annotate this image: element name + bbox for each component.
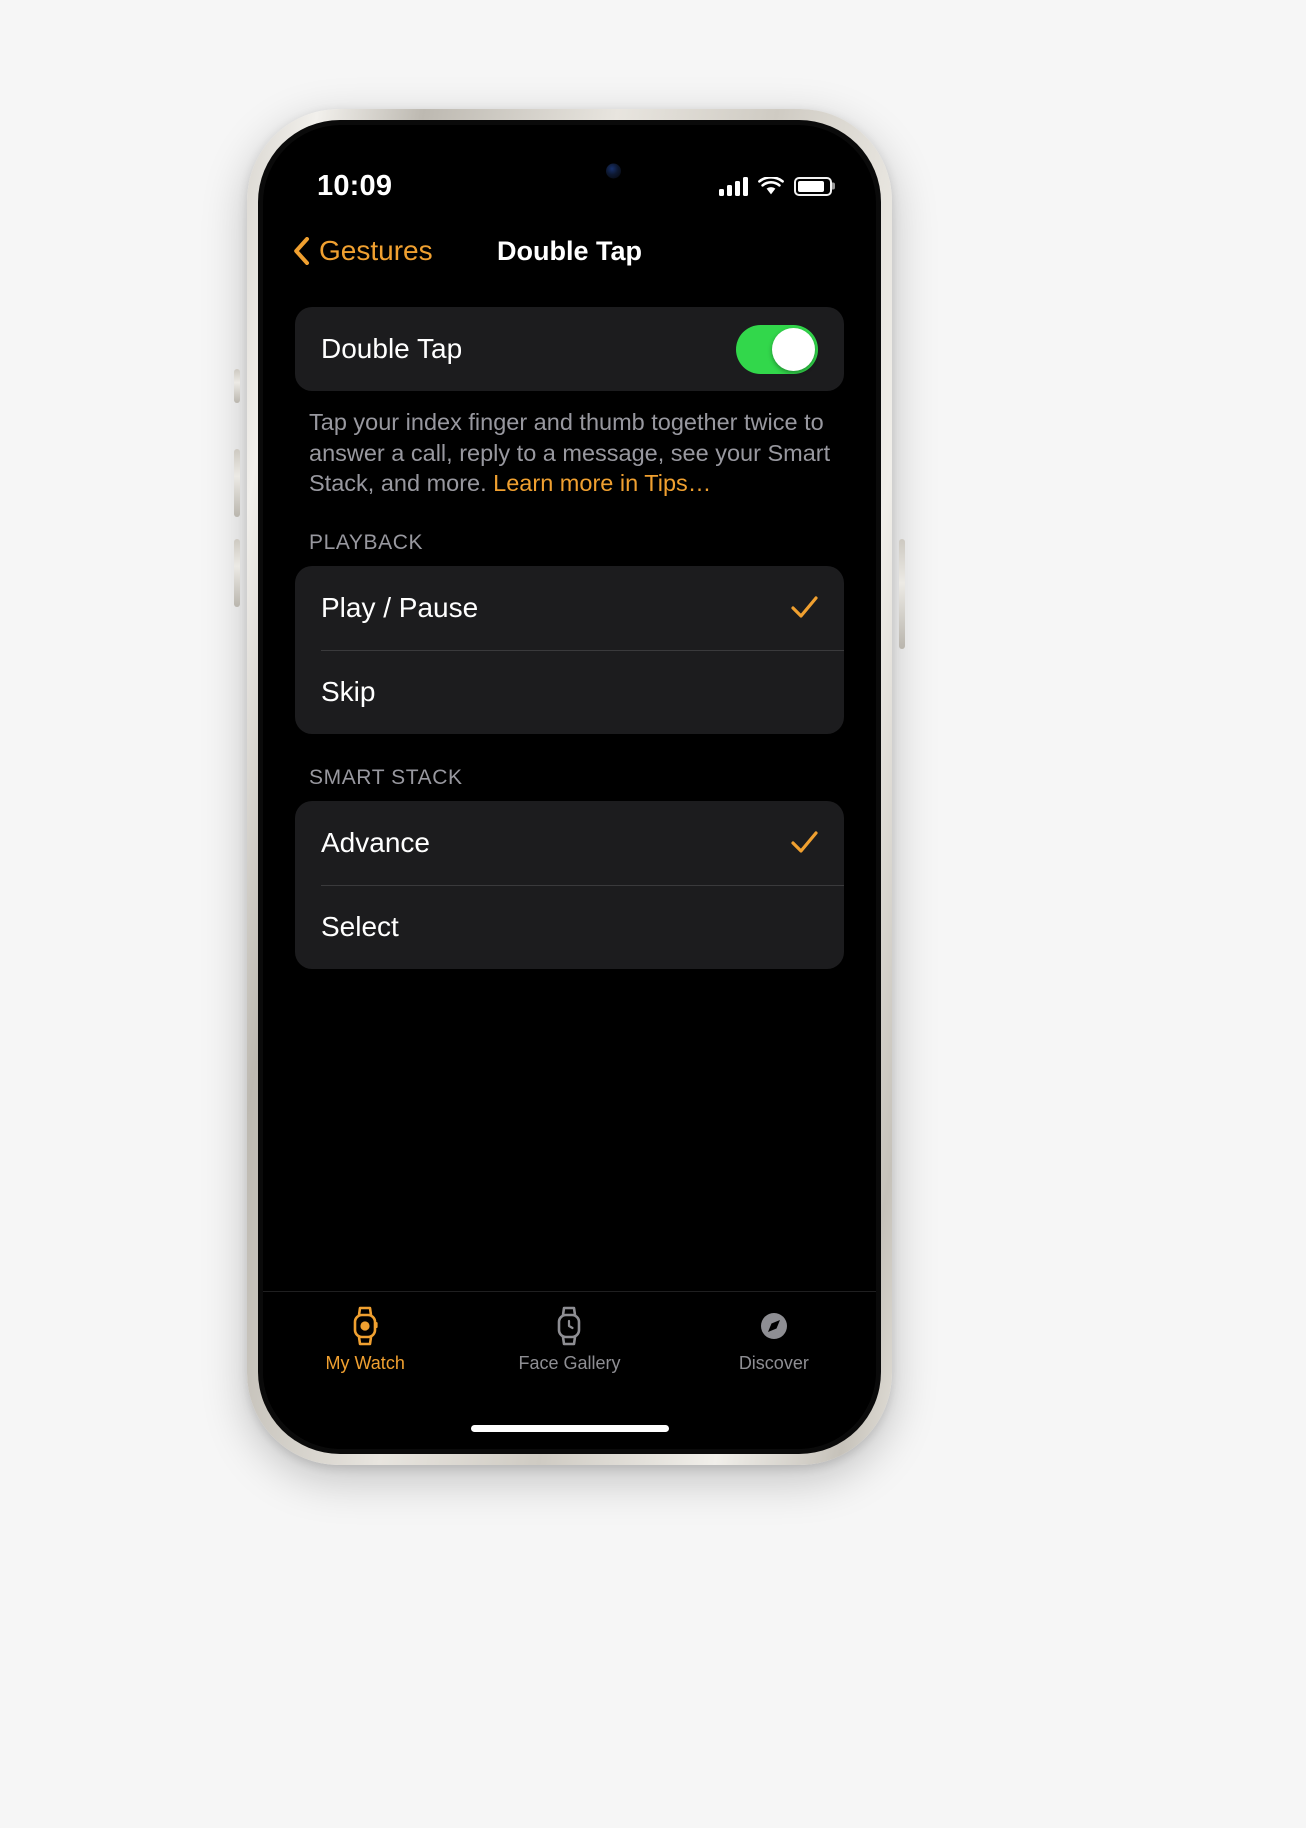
tab-my-watch[interactable]: My Watch	[263, 1306, 467, 1449]
status-bar-indicators	[719, 176, 832, 196]
double-tap-toggle-row[interactable]: Double Tap	[295, 307, 844, 391]
wifi-icon	[758, 176, 784, 194]
checkmark-icon	[791, 831, 818, 853]
settings-content: Double Tap Tap your index finger and thu…	[263, 285, 876, 1291]
phone-screen: 10:09 Gestures Double Tap Double Tap Tap…	[263, 125, 876, 1449]
double-tap-toggle-label: Double Tap	[321, 333, 463, 364]
power-button[interactable]	[899, 539, 905, 649]
tab-label: Discover	[738, 1353, 809, 1373]
volume-down-button[interactable]	[234, 539, 240, 607]
dynamic-island	[506, 153, 633, 189]
back-button[interactable]: Gestures	[293, 235, 433, 267]
watch-face-icon	[558, 1306, 581, 1346]
tab-label: My Watch	[325, 1353, 405, 1373]
iphone-device-frame: 10:09 Gestures Double Tap Double Tap Tap…	[234, 109, 905, 1465]
chevron-left-icon	[294, 237, 309, 265]
tab-discover[interactable]: Discover	[672, 1306, 876, 1449]
section-header-playback: PLAYBACK	[309, 530, 424, 554]
home-indicator[interactable]	[470, 1425, 669, 1432]
option-row-skip[interactable]: Skip	[295, 649, 844, 734]
volume-up-button[interactable]	[234, 449, 240, 517]
tab-label: Face Gallery	[518, 1353, 621, 1373]
smart-stack-options-card: Advance Select	[295, 800, 844, 969]
device-bezel: 10:09 Gestures Double Tap Double Tap Tap…	[258, 120, 881, 1454]
checkmark-icon	[791, 596, 818, 618]
front-camera-icon	[605, 163, 621, 179]
option-row-play-pause[interactable]: Play / Pause	[295, 566, 844, 650]
cellular-signal-icon	[719, 176, 748, 196]
option-label: Play / Pause	[321, 591, 479, 623]
compass-icon	[760, 1313, 787, 1339]
double-tap-toggle-card: Double Tap	[295, 307, 844, 391]
option-label: Skip	[321, 675, 376, 707]
page-root: 10:09 Gestures Double Tap Double Tap Tap…	[0, 0, 1306, 1828]
section-header-smart-stack: SMART STACK	[309, 765, 463, 789]
double-tap-description: Tap your index finger and thumb together…	[295, 391, 844, 499]
battery-icon	[794, 176, 832, 196]
status-bar-time: 10:09	[317, 169, 393, 202]
toggle-knob	[772, 327, 815, 371]
option-row-advance[interactable]: Advance	[295, 801, 844, 885]
watch-icon	[353, 1306, 378, 1346]
back-button-label: Gestures	[319, 235, 433, 266]
playback-options-card: Play / Pause Skip	[295, 565, 844, 734]
silent-switch[interactable]	[234, 369, 240, 403]
option-row-select[interactable]: Select	[295, 884, 844, 969]
option-label: Select	[321, 910, 399, 942]
option-label: Advance	[321, 826, 430, 858]
double-tap-toggle-switch[interactable]	[736, 324, 818, 374]
navigation-bar: Gestures Double Tap	[263, 217, 876, 285]
learn-more-link[interactable]: Learn more in Tips…	[493, 470, 711, 496]
